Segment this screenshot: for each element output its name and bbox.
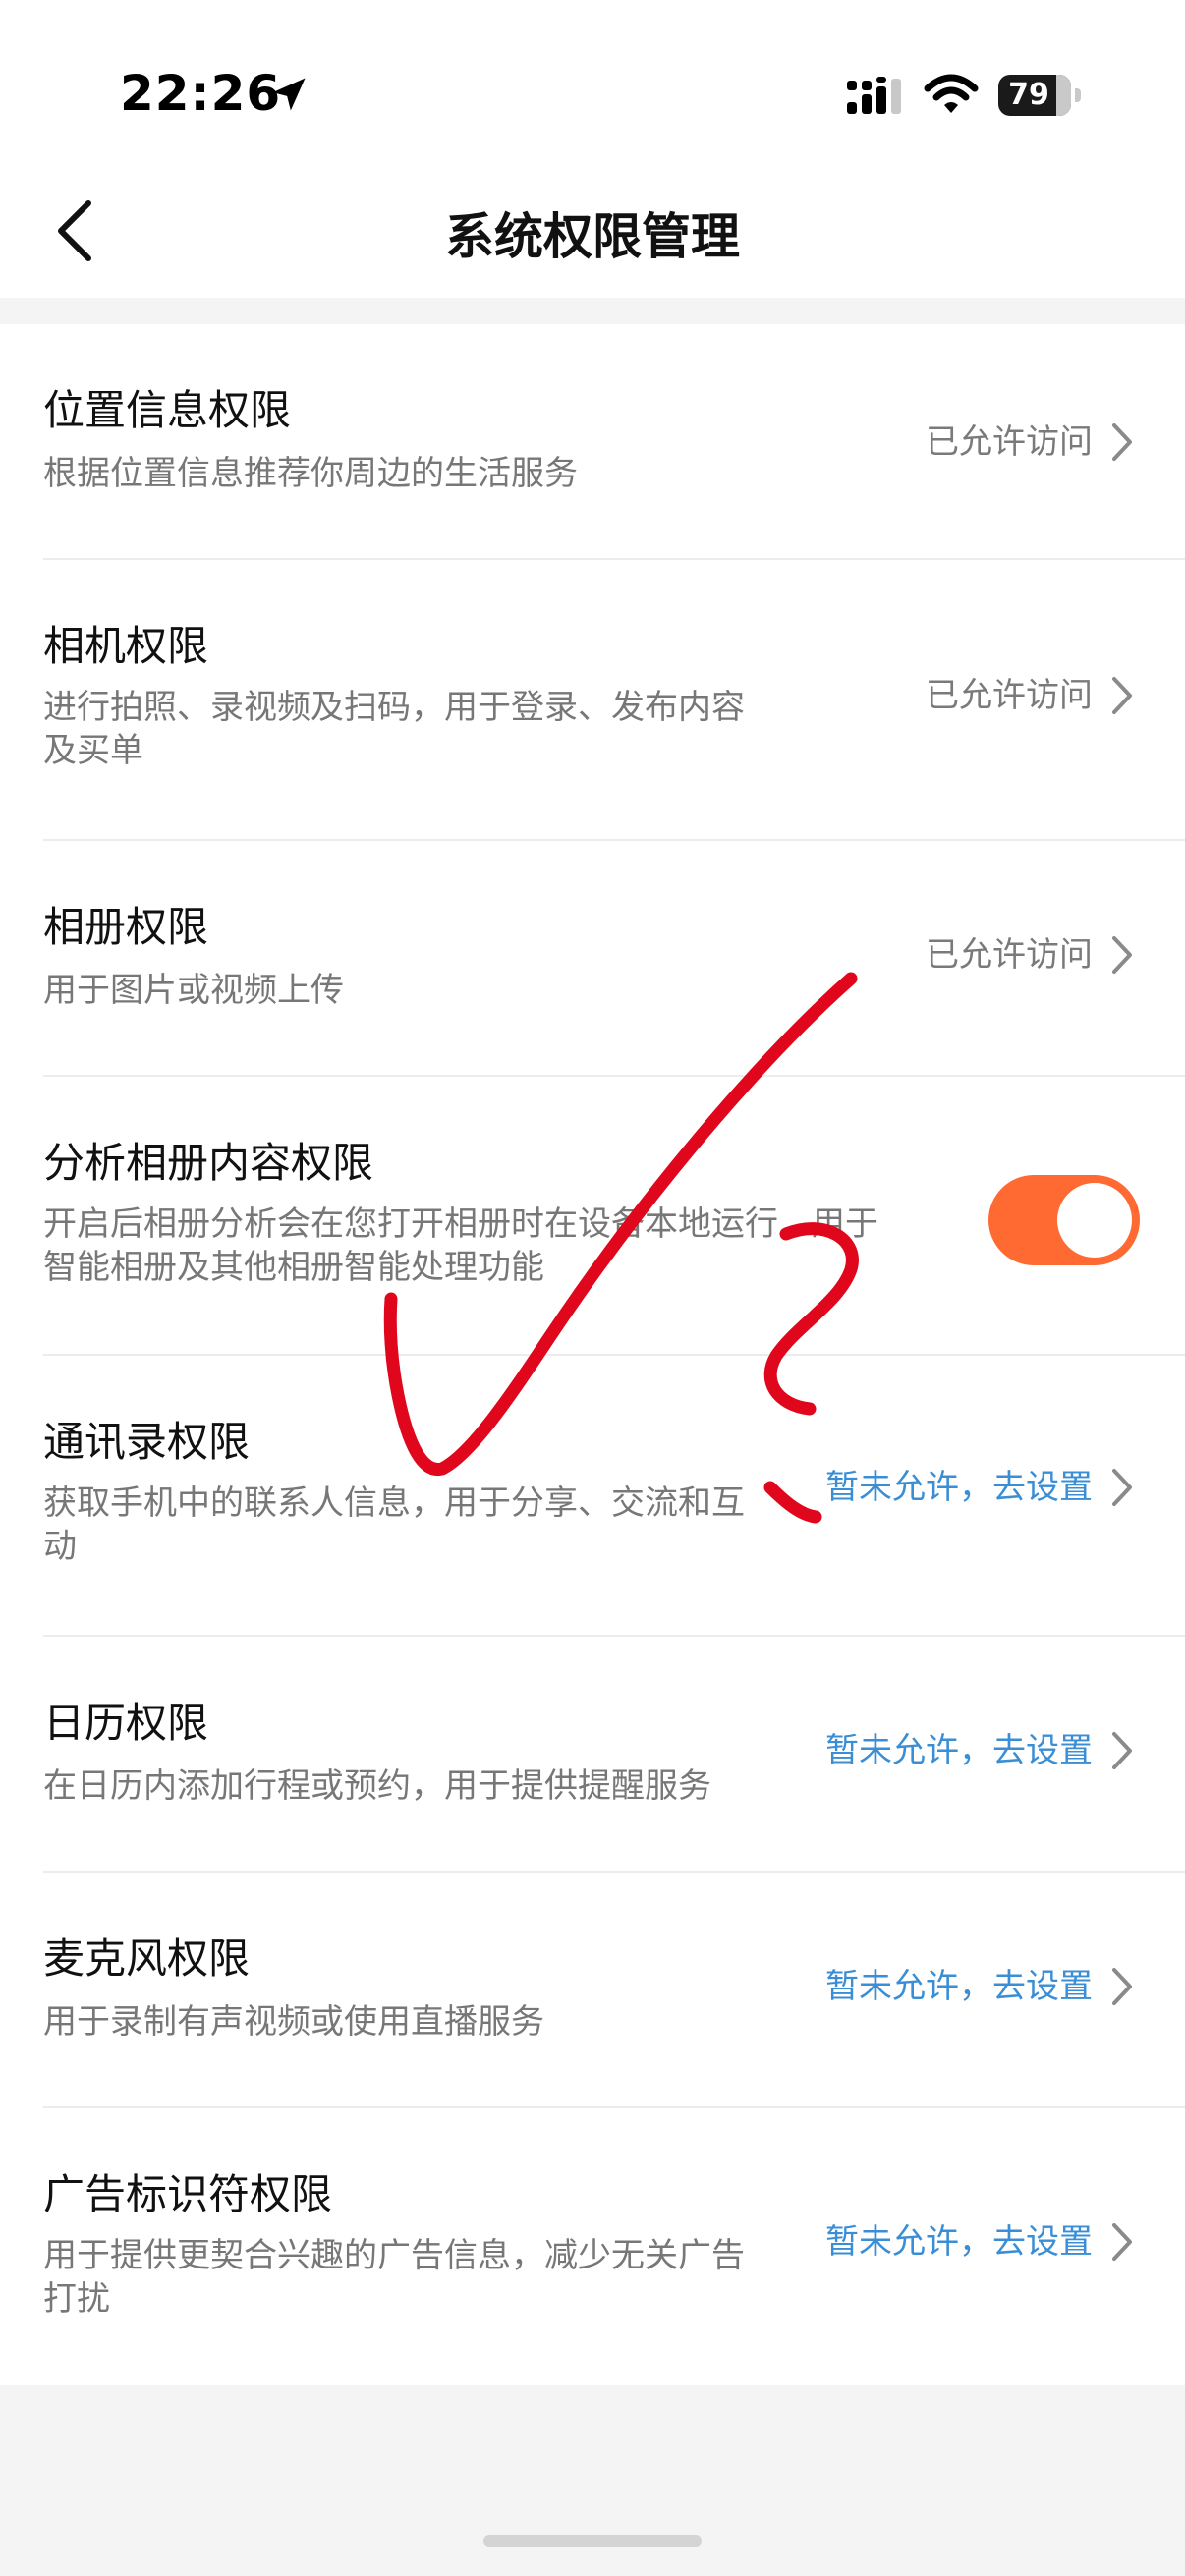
permission-row-microphone[interactable]: 麦克风权限 用于录制有声视频或使用直播服务 暂未允许，去设置 [0,1873,1185,2108]
permission-title: 广告标识符权限 [43,2170,333,2218]
navigation-bar: 系统权限管理 [0,172,1185,298]
permission-status: 已允许访问 [926,422,1093,462]
permission-row-contacts[interactable]: 通讯录权限 获取手机中的联系人信息，用于分享、交流和互动 暂未允许，去设置 [0,1356,1185,1637]
location-arrow-icon [272,78,306,111]
permissions-screen: 22:26 79 系统权限管理 位置信息权限 根据位置信息推荐你周边的生活服务 … [0,0,1185,2576]
permission-row-ad-identifier[interactable]: 广告标识符权限 用于提供更契合兴趣的广告信息，减少无关广告打扰 暂未允许，去设置 [0,2108,1185,2385]
permission-description: 在日历内添加行程或预约，用于提供提醒服务 [43,1766,711,1806]
permission-row-calendar[interactable]: 日历权限 在日历内添加行程或预约，用于提供提醒服务 暂未允许，去设置 [0,1637,1185,1873]
permission-row-camera[interactable]: 相机权限 进行拍照、录视频及扫码，用于登录、发布内容及买单 已允许访问 [0,560,1185,841]
chevron-right-icon [1112,936,1132,974]
album-analysis-toggle[interactable] [988,1175,1140,1265]
permission-status-link[interactable]: 暂未允许，去设置 [825,1727,1093,1774]
chevron-right-icon [1112,1968,1132,2005]
battery-icon: 79 [998,75,1081,116]
permission-status-link[interactable]: 暂未允许，去设置 [825,2218,1093,2266]
permission-title: 分析相册内容权限 [43,1139,374,1187]
chevron-right-icon [1112,677,1132,714]
permission-row-album-analysis: 分析相册内容权限 开启后相册分析会在您打开相册时在设备本地运行，用于智能相册及其… [0,1077,1185,1356]
chevron-right-icon [1112,2223,1132,2261]
page-title: 系统权限管理 [445,208,740,265]
permission-description: 用于提供更契合兴趣的广告信息，减少无关广告打扰 [43,2236,745,2319]
permission-status: 已允许访问 [926,676,1093,715]
permission-title: 相机权限 [43,622,209,670]
permission-title: 麦克风权限 [43,1934,251,1983]
permission-title: 日历权限 [43,1699,209,1747]
status-time: 22:26 [120,65,282,122]
permission-row-location[interactable]: 位置信息权限 根据位置信息推荐你周边的生活服务 已允许访问 [0,324,1185,560]
permission-status: 已允许访问 [926,935,1093,975]
status-bar: 22:26 79 [0,0,1185,172]
permission-description: 开启后相册分析会在您打开相册时在设备本地运行，用于智能相册及其他相册智能处理功能 [43,1204,878,1287]
cellular-signal-icon [847,77,901,114]
permission-status-link[interactable]: 暂未允许，去设置 [825,1963,1093,2010]
permission-description: 根据位置信息推荐你周边的生活服务 [43,454,578,493]
chevron-right-icon [1112,1732,1132,1769]
battery-level: 79 [1008,78,1049,112]
wifi-icon [924,74,979,113]
permissions-list: 位置信息权限 根据位置信息推荐你周边的生活服务 已允许访问 相机权限 进行拍照、… [0,324,1185,2385]
home-indicator [483,2535,702,2547]
permission-description: 进行拍照、录视频及扫码，用于登录、发布内容及买单 [43,688,745,770]
permission-description: 用于录制有声视频或使用直播服务 [43,2002,544,2042]
chevron-right-icon [1112,1469,1132,1506]
permission-title: 通讯录权限 [43,1418,251,1466]
permission-description: 获取手机中的联系人信息，用于分享、交流和互动 [43,1484,745,1566]
permission-title: 相册权限 [43,903,209,951]
toggle-knob [1057,1183,1132,1258]
permission-row-album[interactable]: 相册权限 用于图片或视频上传 已允许访问 [0,841,1185,1077]
permission-description: 用于图片或视频上传 [43,971,344,1010]
permission-title: 位置信息权限 [43,386,292,434]
chevron-right-icon [1112,423,1132,461]
permission-status-link[interactable]: 暂未允许，去设置 [825,1464,1093,1511]
